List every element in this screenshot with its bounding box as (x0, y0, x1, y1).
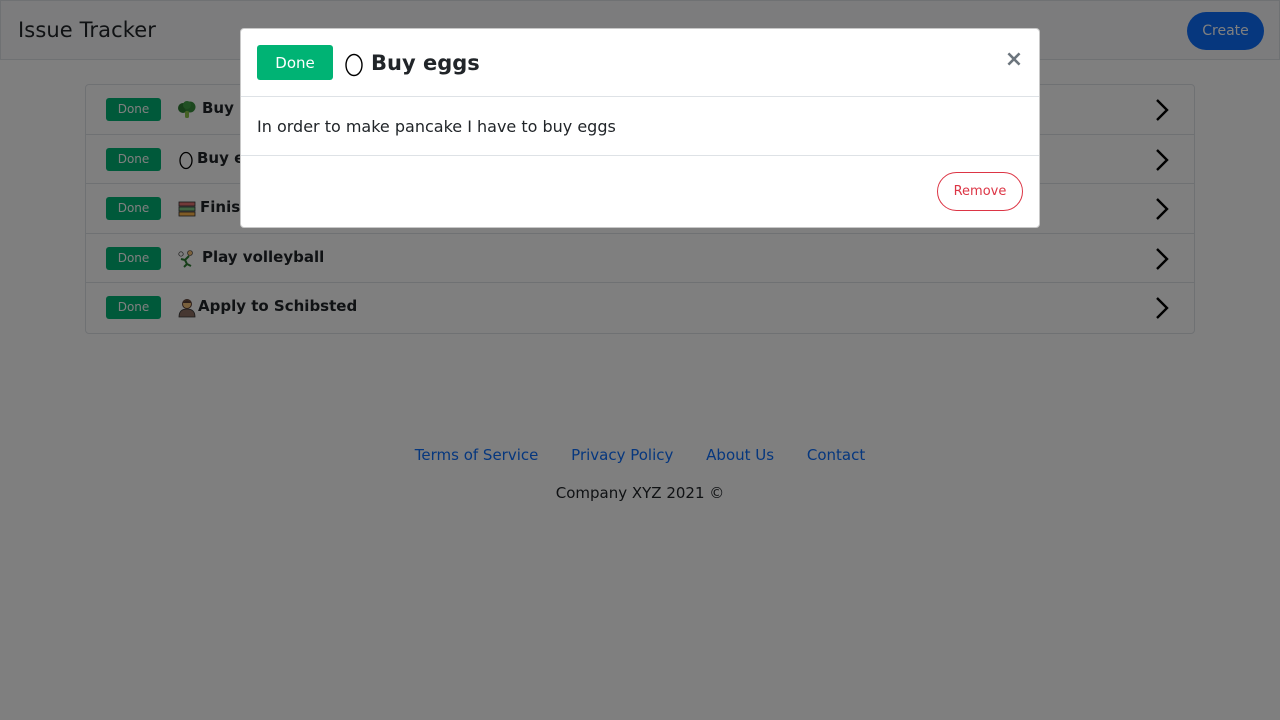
issue-modal: Done Buy eggs × In order to make pancake… (240, 28, 1040, 228)
modal-header: Done Buy eggs × (241, 29, 1039, 97)
status-button[interactable]: Done (257, 45, 333, 80)
modal-title: Buy eggs (371, 51, 480, 75)
close-icon[interactable]: × (1003, 49, 1025, 71)
divider (241, 155, 1039, 156)
remove-button[interactable]: Remove (937, 172, 1023, 211)
modal-description: In order to make pancake I have to buy e… (257, 117, 616, 136)
egg-icon (345, 53, 363, 77)
